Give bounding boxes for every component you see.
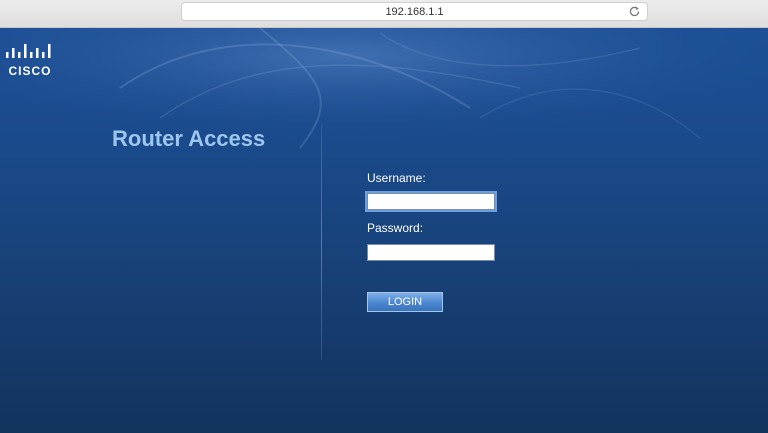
panel-divider <box>321 125 322 360</box>
address-bar[interactable]: 192.168.1.1 <box>181 2 648 21</box>
cisco-bridge-icon <box>6 44 51 58</box>
username-label: Username: <box>367 171 426 185</box>
password-input[interactable] <box>367 244 495 261</box>
page-title: Router Access <box>112 126 266 151</box>
cisco-logo: CISCO <box>4 44 60 78</box>
reload-icon[interactable] <box>628 5 641 18</box>
login-page: CISCO Router Access Username: Password: … <box>0 28 768 433</box>
url-text[interactable]: 192.168.1.1 <box>182 5 647 19</box>
browser-toolbar: 192.168.1.1 <box>0 0 768 28</box>
password-label: Password: <box>367 221 424 235</box>
logo-text: CISCO <box>8 64 52 78</box>
username-input[interactable] <box>367 193 495 210</box>
login-button[interactable]: LOGIN <box>367 292 443 312</box>
